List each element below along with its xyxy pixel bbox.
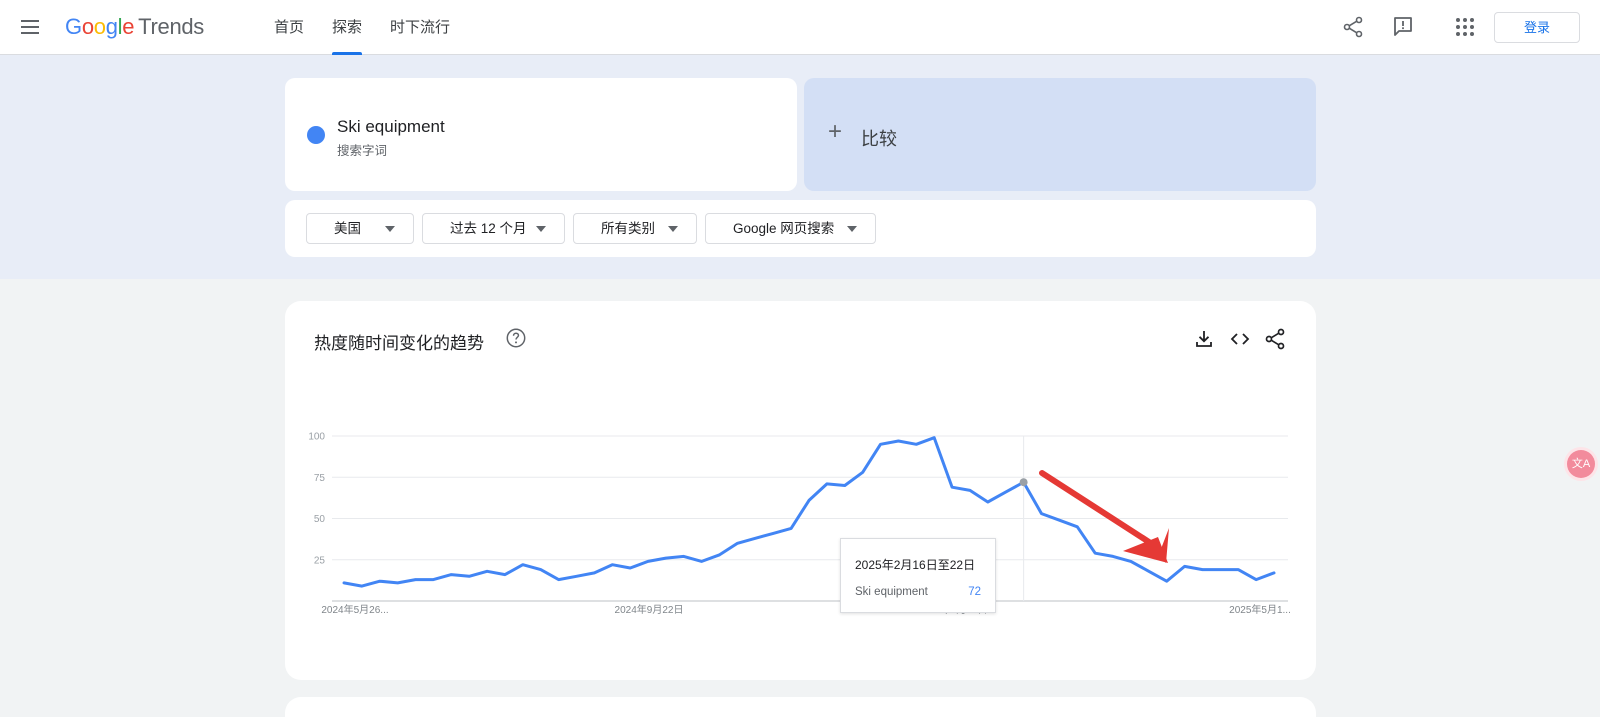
menu-icon[interactable]: [18, 16, 42, 40]
chevron-down-icon: [536, 226, 546, 232]
filter-bar: 美国 过去 12 个月 所有类别 Google 网页搜索: [285, 200, 1316, 257]
search-term-type: 搜索字词: [337, 144, 388, 158]
x-tick-label: 2024年9月22日: [615, 603, 684, 616]
chevron-down-icon: [668, 226, 678, 232]
feedback-icon[interactable]: [1391, 15, 1415, 39]
search-term-card[interactable]: Ski equipment 搜索字词: [285, 78, 797, 191]
series-line-ski-equipment: [342, 436, 1276, 588]
time-range-label: 过去 12 个月: [450, 221, 527, 236]
google-trends-logo[interactable]: Google Trends: [65, 14, 204, 40]
plus-icon: +: [828, 118, 843, 145]
tooltip-date: 2025年2月16日至22日: [855, 558, 976, 572]
nav-trending-now[interactable]: 时下流行: [390, 0, 450, 55]
y-tick-label: 75: [314, 473, 326, 484]
top-bar: Google Trends 首页 探索 时下流行 登录: [0, 0, 1600, 55]
compare-button[interactable]: + 比较: [804, 78, 1316, 191]
search-type-label: Google 网页搜索: [733, 221, 835, 236]
apps-grid-icon[interactable]: [1453, 15, 1477, 39]
compare-label: 比较: [861, 129, 897, 149]
hover-point: [1019, 478, 1028, 487]
region-dropdown[interactable]: 美国: [306, 213, 414, 244]
chart-tooltip: 2025年2月16日至22日 Ski equipment 72: [840, 538, 996, 613]
gridlines: [332, 435, 1288, 602]
tooltip-term: Ski equipment: [855, 586, 928, 598]
translate-icon[interactable]: 文A: [1567, 450, 1595, 478]
tooltip-value: 72: [968, 586, 981, 598]
main-nav: 首页 探索 时下流行: [274, 0, 478, 55]
login-button[interactable]: 登录: [1494, 12, 1580, 43]
series-color-dot: [307, 126, 325, 144]
y-tick-label: 50: [314, 514, 326, 525]
region-label: 美国: [334, 221, 361, 236]
x-tick-label: 2024年5月26...: [321, 603, 388, 616]
search-type-dropdown[interactable]: Google 网页搜索: [705, 213, 876, 244]
nav-explore[interactable]: 探索: [332, 0, 363, 55]
y-tick-label: 25: [314, 555, 326, 566]
category-label: 所有类别: [601, 221, 655, 236]
chevron-down-icon: [847, 226, 857, 232]
time-range-dropdown[interactable]: 过去 12 个月: [422, 213, 565, 244]
share-icon[interactable]: [1341, 15, 1365, 39]
next-card-edge: [285, 697, 1316, 717]
nav-home[interactable]: 首页: [274, 0, 304, 55]
y-axis-ticks: 25 50 75 100: [308, 432, 325, 567]
search-term-name: Ski equipment: [337, 117, 445, 136]
line-chart[interactable]: 255075100 2024年5月26...2024年9月22日2025年1月1…: [285, 301, 1316, 680]
x-tick-label: 2025年5月1...: [1229, 603, 1291, 616]
category-dropdown[interactable]: 所有类别: [573, 213, 697, 244]
interest-over-time-card: 热度随时间变化的趋势 25 50 75 100 2024年5月26... 2024年9月…: [285, 301, 1316, 680]
x-axis-ticks: 2024年5月26...2024年9月22日2025年1月19日2025年5月1…: [321, 603, 1290, 616]
chevron-down-icon: [385, 226, 395, 232]
y-tick-label: 100: [308, 432, 325, 443]
